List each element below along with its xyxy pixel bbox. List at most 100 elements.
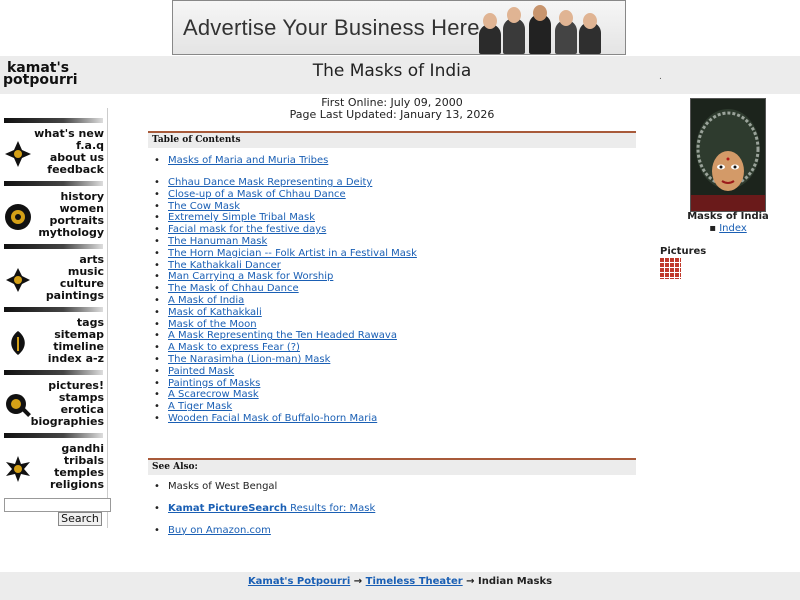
nav-link-religions[interactable]: religions [50, 479, 104, 491]
advertisement-banner[interactable]: Advertise Your Business Here [172, 0, 626, 55]
see-also-list: Masks of West Bengal Kamat PictureSearch… [150, 481, 375, 536]
bullet-icon: ▪ [709, 223, 717, 234]
list-item: Painted Mask [150, 366, 417, 378]
toc-link[interactable]: Close-up of a Mask of Chhau Dance [168, 189, 346, 200]
list-item: Wooden Facial Mask of Buffalo-horn Maria [150, 413, 417, 425]
page-title: The Masks of India [312, 61, 472, 81]
nav-link-paintings[interactable]: paintings [46, 290, 104, 302]
toc-link[interactable]: A Scarecrow Mask [168, 389, 259, 400]
nav-group-1: what's new f.a.q about us feedback [0, 118, 104, 182]
toc-link[interactable]: The Cow Mask [168, 201, 240, 212]
sun-emblem-icon [5, 204, 31, 230]
nav-divider [4, 118, 103, 123]
toc-link[interactable]: The Horn Magician -- Folk Artist in a Fe… [168, 248, 417, 259]
nav-divider [4, 433, 103, 438]
nav-group-5: pictures! stamps erotica biographies [0, 370, 104, 434]
list-item: A Mask to express Fear (?) [150, 342, 417, 354]
toc-heading-bar: Table of Contents [148, 131, 636, 148]
list-item: Buy on Amazon.com [150, 525, 375, 537]
list-item: The Narasimha (Lion-man) Mask [150, 354, 417, 366]
list-item: The Cow Mask [150, 201, 417, 213]
search-input[interactable] [4, 498, 111, 512]
list-item: A Tiger Mask [150, 401, 417, 413]
list-item: The Kathakkali Dancer [150, 260, 417, 272]
toc-link[interactable]: The Kathakkali Dancer [168, 260, 281, 271]
toc-link[interactable]: The Narasimha (Lion-man) Mask [168, 354, 330, 365]
footer-bar: Kamat's Potpourri → Timeless Theater → I… [0, 572, 800, 600]
picturesearch-link[interactable]: Kamat PictureSearch [168, 503, 287, 514]
lotus-emblem-icon [6, 268, 30, 292]
list-item: Facial mask for the festive days [150, 224, 417, 236]
toc-link[interactable]: Extremely Simple Tribal Mask [168, 212, 315, 223]
toc-link[interactable]: A Mask to express Fear (?) [168, 342, 300, 353]
pictures-grid-icon[interactable] [660, 258, 681, 279]
nav-divider [4, 181, 103, 186]
leaf-emblem-icon [11, 331, 25, 355]
picturesearch-results-link[interactable]: Results for: Mask [287, 503, 375, 514]
toc-link[interactable]: Facial mask for the festive days [168, 224, 326, 235]
header-dot: . [659, 72, 662, 82]
last-updated-date: Page Last Updated: January 13, 2026 [289, 108, 495, 121]
breadcrumb: Kamat's Potpourri → Timeless Theater → I… [0, 576, 800, 587]
toc-link[interactable]: A Mask of India [168, 295, 244, 306]
ad-text: Advertise Your Business Here [183, 15, 480, 40]
toc-link[interactable]: The Hanuman Mask [168, 236, 267, 247]
list-item: Chhau Dance Mask Representing a Deity [150, 177, 417, 189]
breadcrumb-theater-link[interactable]: Timeless Theater [366, 576, 463, 587]
search-button[interactable]: Search [58, 512, 102, 526]
nav-link-feedback[interactable]: feedback [34, 164, 104, 176]
list-item: Close-up of a Mask of Chhau Dance [150, 189, 417, 201]
toc-first-list: Masks of Maria and Muria Tribes [150, 155, 328, 167]
nav-group-4: tags sitemap timeline index a-z [0, 307, 104, 371]
list-item: Masks of West Bengal [150, 481, 375, 493]
toc-link[interactable]: Mask of the Moon [168, 319, 257, 330]
toc-link[interactable]: Wooden Facial Mask of Buffalo-horn Maria [168, 413, 377, 424]
left-navigation: what's new f.a.q about us feedback histo… [0, 108, 108, 528]
toc-list: Chhau Dance Mask Representing a Deity Cl… [150, 177, 417, 425]
flower-emblem-icon [6, 456, 30, 482]
toc-link[interactable]: Paintings of Masks [168, 378, 260, 389]
nav-link-biographies[interactable]: biographies [31, 416, 104, 428]
toc-link[interactable]: Masks of Maria and Muria Tribes [168, 155, 328, 166]
mask-index-row: ▪ Index [680, 223, 776, 234]
toc-link[interactable]: A Tiger Mask [168, 401, 232, 412]
toc-heading: Table of Contents [152, 135, 241, 145]
nav-divider [4, 307, 103, 312]
list-item: A Mask Representing the Ten Headed Rawav… [150, 330, 417, 342]
nav-divider [4, 370, 103, 375]
list-item: The Horn Magician -- Folk Artist in a Fe… [150, 248, 417, 260]
lens-emblem-icon [6, 394, 31, 417]
toc-link[interactable]: Painted Mask [168, 366, 234, 377]
header-bar: kamat's potpourri The Masks of India [0, 56, 800, 94]
breadcrumb-arrow-icon: → [353, 576, 363, 587]
list-item: Mask of the Moon [150, 319, 417, 331]
toc-link[interactable]: Man Carrying a Mask for Worship [168, 271, 333, 282]
nav-link-index-a-z[interactable]: index a-z [48, 353, 104, 365]
nav-group-3: arts music culture paintings [0, 244, 104, 308]
list-item: A Scarecrow Mask [150, 389, 417, 401]
toc-link[interactable]: Mask of Kathakkali [168, 307, 262, 318]
breadcrumb-arrow-icon: → [466, 576, 475, 587]
pictures-label: Pictures [660, 246, 707, 257]
toc-link[interactable]: A Mask Representing the Ten Headed Rawav… [168, 330, 397, 341]
see-also-heading: See Also: [152, 462, 198, 472]
index-link[interactable]: Index [719, 223, 747, 234]
breadcrumb-current: Indian Masks [478, 576, 553, 587]
list-item: The Mask of Chhau Dance [150, 283, 417, 295]
toc-link[interactable]: Chhau Dance Mask Representing a Deity [168, 177, 372, 188]
mask-face-icon [691, 109, 765, 211]
toc-link[interactable]: The Mask of Chhau Dance [168, 283, 299, 294]
nav-link-mythology[interactable]: mythology [38, 227, 104, 239]
nav-group-2: history women portraits mythology [0, 181, 104, 245]
list-item: Extremely Simple Tribal Mask [150, 212, 417, 224]
see-also-text: Masks of West Bengal [168, 481, 278, 492]
breadcrumb-home-link[interactable]: Kamat's Potpourri [248, 576, 350, 587]
list-item: Mask of Kathakkali [150, 307, 417, 319]
list-item: The Hanuman Mask [150, 236, 417, 248]
page-dates: First Online: July 09, 2000 Page Last Up… [150, 97, 634, 121]
amazon-link[interactable]: Buy on Amazon.com [168, 525, 271, 536]
nav-divider [4, 244, 103, 249]
list-item: A Mask of India [150, 295, 417, 307]
mask-thumbnail-image[interactable] [690, 98, 766, 212]
mask-caption: Masks of India [687, 211, 769, 222]
